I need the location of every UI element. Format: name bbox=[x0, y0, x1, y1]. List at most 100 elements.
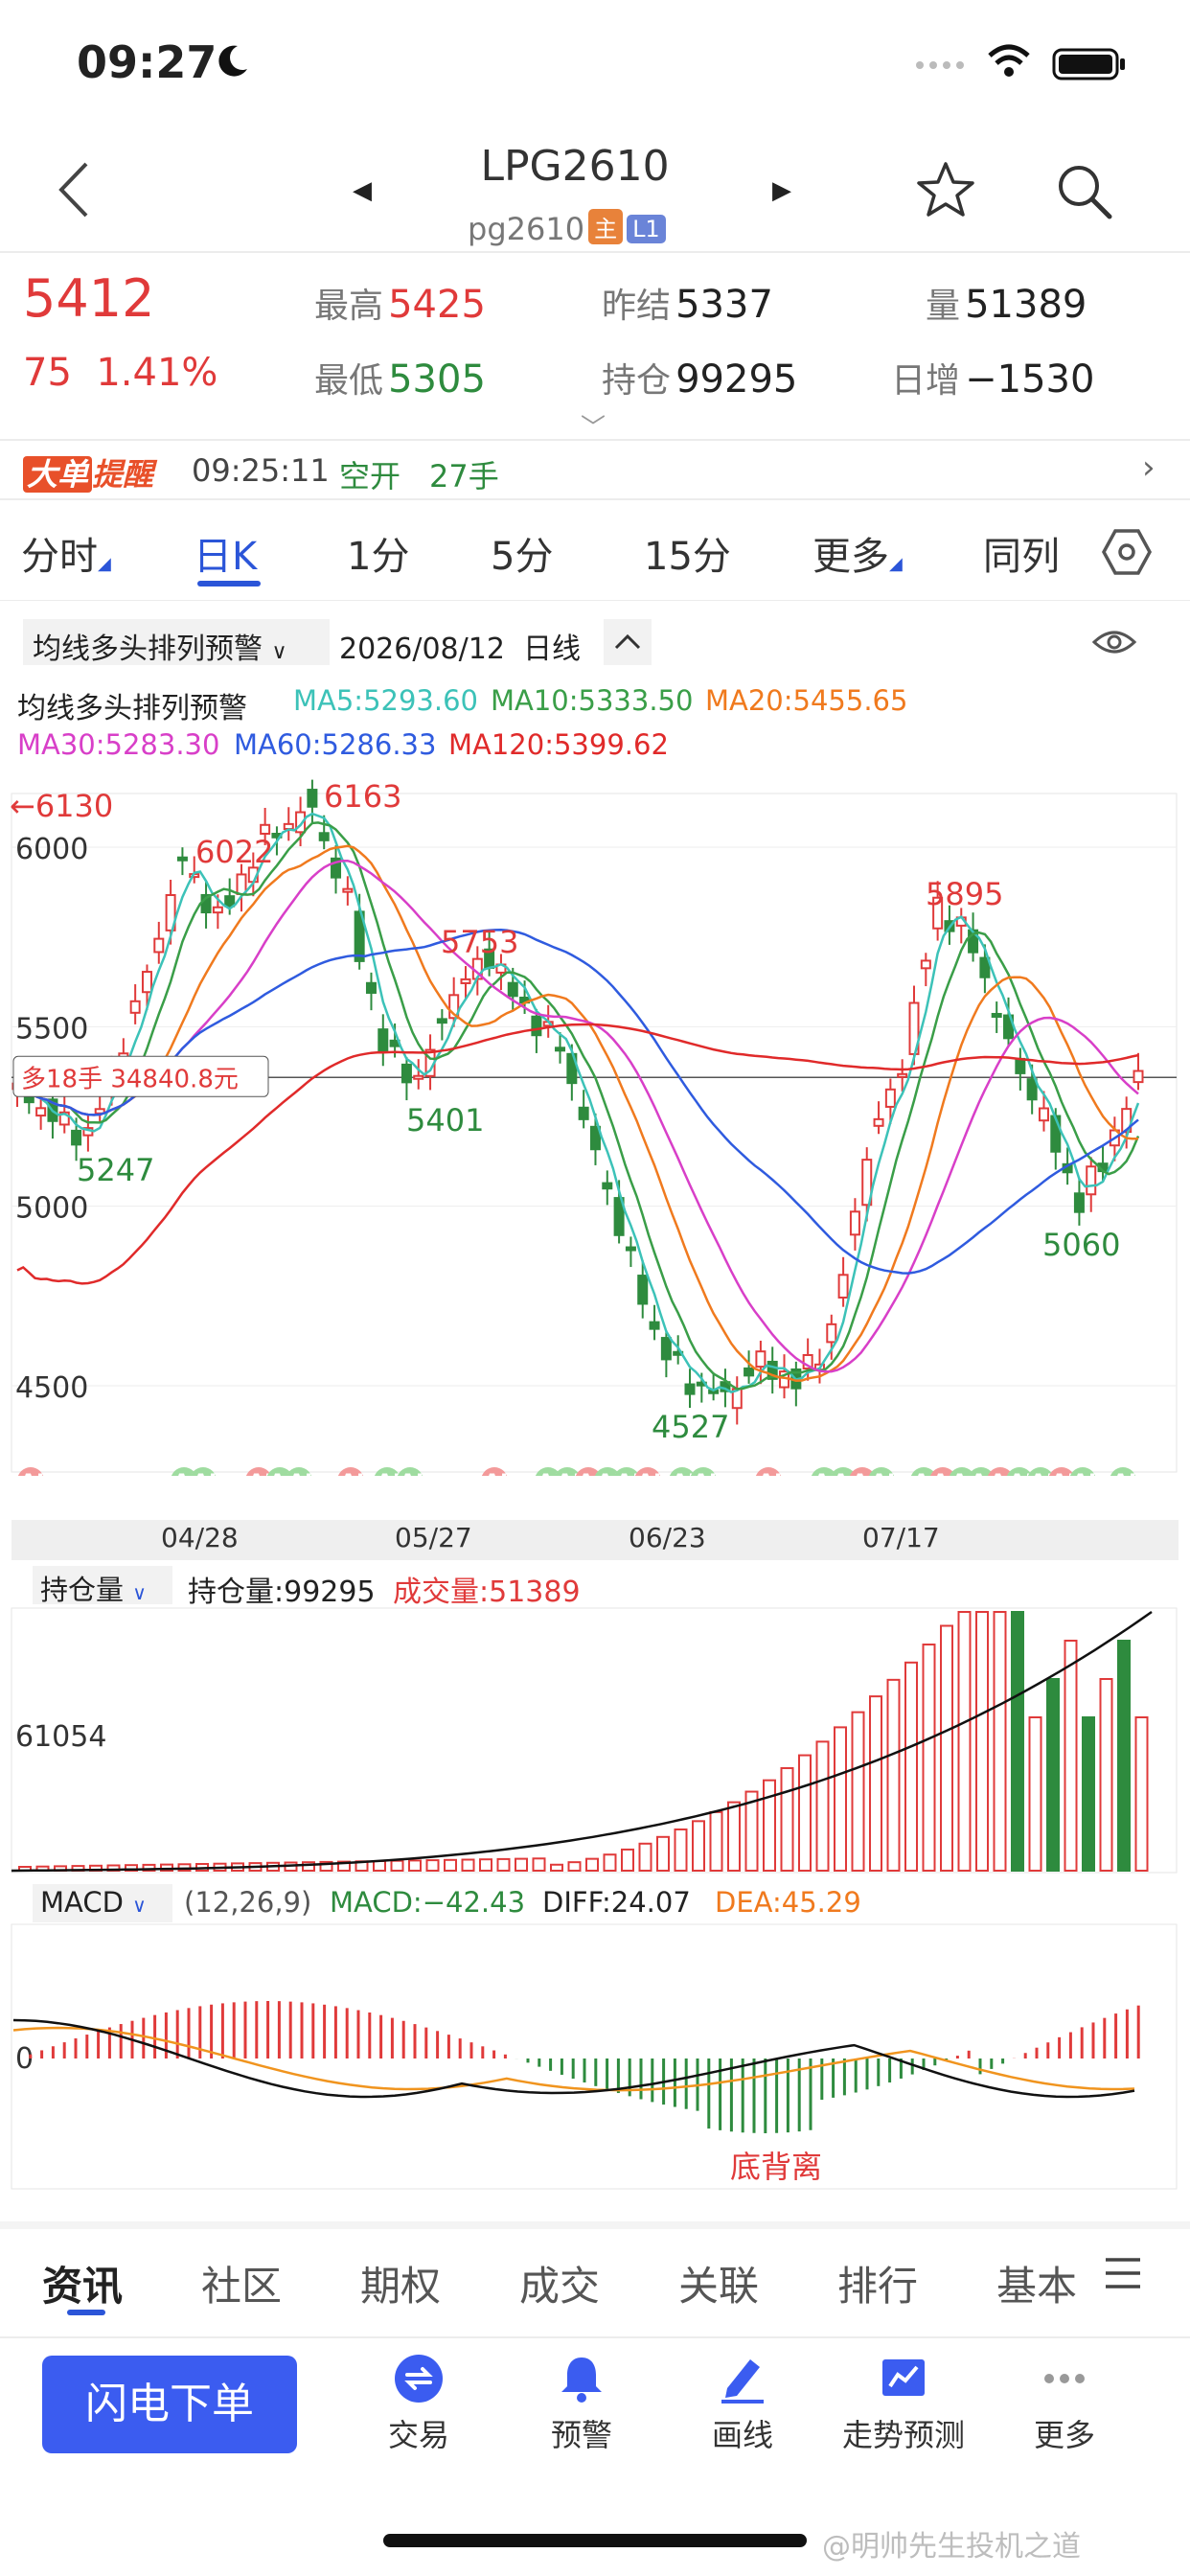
macd-value: MACD:−42.43 bbox=[330, 1886, 526, 1919]
divider bbox=[0, 2221, 1190, 2229]
chevron-down-icon: ∨ bbox=[271, 640, 287, 664]
home-indicator bbox=[383, 2534, 807, 2547]
tab-15min[interactable]: 15分 bbox=[644, 525, 731, 581]
settings-hexagon-icon[interactable] bbox=[1100, 525, 1154, 579]
date-tick: 06/23 bbox=[629, 1522, 706, 1553]
tab-timeshare[interactable]: 分时◢ bbox=[21, 525, 111, 581]
book-chart-icon bbox=[882, 2359, 925, 2396]
ai-marker-text: AI bbox=[1112, 1471, 1136, 1476]
alert-badge-part1: 大单 bbox=[23, 456, 93, 493]
volume-bar bbox=[1046, 1678, 1060, 1872]
prev-settle-stat: 昨结 5337 bbox=[602, 278, 773, 328]
macd-chart[interactable]: 0 底背离 bbox=[0, 1922, 1190, 2193]
candle-body bbox=[307, 789, 318, 808]
bell-icon bbox=[561, 2358, 602, 2403]
volume-panel-selector[interactable]: 持仓量 ∨ bbox=[33, 1566, 172, 1606]
price-annotation: 5401 bbox=[406, 1102, 484, 1138]
alert-chevron-right-icon[interactable]: › bbox=[1142, 448, 1156, 487]
period-value: 日线 bbox=[523, 632, 581, 666]
l1-tag: L1 bbox=[627, 215, 666, 243]
contract-subtitle: pg2610 bbox=[468, 211, 585, 247]
tab-label: 更多 bbox=[812, 535, 889, 579]
candle-body bbox=[837, 1274, 849, 1299]
volume-bar bbox=[373, 1860, 386, 1872]
date-value: 2026/08/12 bbox=[339, 632, 505, 666]
ai-marker-text: AI bbox=[871, 1471, 895, 1476]
tab-day-k[interactable]: 日K bbox=[194, 525, 257, 581]
candle-body bbox=[744, 1367, 755, 1377]
trend-forecast-button[interactable]: 走势预测 bbox=[832, 2352, 975, 2455]
ai-marker-text: AI bbox=[400, 1471, 423, 1476]
flash-order-button[interactable]: 闪电下单 bbox=[42, 2356, 297, 2453]
prev-contract-arrow[interactable]: ◀ bbox=[353, 176, 372, 205]
tab-more[interactable]: 更多◢ bbox=[812, 525, 903, 581]
volume-bar bbox=[585, 1857, 599, 1872]
high-label: 最高 bbox=[314, 287, 384, 326]
ai-marker-text: AI bbox=[758, 1471, 782, 1476]
status-time: 09:27 bbox=[77, 36, 217, 88]
more-button[interactable]: 更多 bbox=[993, 2352, 1136, 2455]
tab-trades[interactable]: 成交 bbox=[519, 2254, 600, 2312]
tab-5min[interactable]: 5分 bbox=[491, 525, 553, 581]
divider bbox=[0, 439, 1190, 441]
ai-marker-text: AI bbox=[1072, 1471, 1096, 1476]
wifi-icon bbox=[988, 44, 1030, 77]
divider bbox=[0, 498, 1190, 500]
volume-bar bbox=[674, 1828, 688, 1872]
price-annotation: ←6130 bbox=[10, 788, 113, 824]
ai-marker-text: AI bbox=[288, 1471, 312, 1476]
macd-params: (12,26,9) bbox=[184, 1886, 312, 1919]
volume-stat: 量 51389 bbox=[926, 278, 1087, 328]
divider bbox=[0, 251, 1190, 253]
tab-ranking[interactable]: 排行 bbox=[837, 2254, 918, 2312]
candle-body bbox=[602, 1182, 613, 1190]
main-contract-tag: 主 bbox=[588, 209, 624, 244]
candle-body bbox=[507, 981, 518, 998]
macd-panel-selector[interactable]: MACD ∨ bbox=[33, 1884, 172, 1922]
tab-1min[interactable]: 1分 bbox=[347, 525, 409, 581]
alert-button[interactable]: 预警 bbox=[510, 2352, 653, 2455]
ma120-label: MA120:5399.62 bbox=[448, 728, 669, 761]
candle-body bbox=[212, 906, 223, 914]
tab-compare[interactable]: 同列 bbox=[983, 525, 1060, 581]
candle-body bbox=[991, 1012, 1002, 1018]
volume-bar bbox=[815, 1740, 830, 1872]
candle-body bbox=[176, 856, 188, 862]
selector-label: MACD bbox=[40, 1886, 124, 1919]
volume-chart[interactable]: 61054 bbox=[0, 1606, 1190, 1874]
next-contract-arrow[interactable]: ▶ bbox=[772, 176, 791, 205]
candle-body bbox=[660, 1337, 672, 1361]
price-tick: 5500 bbox=[15, 1012, 88, 1046]
low-label: 最低 bbox=[314, 361, 384, 401]
candle-body bbox=[460, 978, 471, 984]
tab-label: 分时 bbox=[21, 535, 98, 579]
price-annotation: 6022 bbox=[195, 834, 273, 870]
volume-bar bbox=[390, 1859, 404, 1873]
draw-line-button[interactable]: 画线 bbox=[671, 2352, 814, 2455]
trade-label: 交易 bbox=[387, 2417, 449, 2453]
prev-settle-value: 5337 bbox=[675, 283, 773, 327]
favorite-star-icon[interactable] bbox=[914, 159, 977, 222]
search-icon[interactable] bbox=[1052, 159, 1115, 222]
candle-body bbox=[637, 1275, 649, 1305]
kline-chart[interactable]: 6000 5500 5000 4500 ←6130 6022 6163 5753 5895 52… bbox=[0, 767, 1190, 1476]
tab-related[interactable]: 关联 bbox=[678, 2254, 759, 2312]
eye-icon[interactable] bbox=[1090, 623, 1138, 661]
tab-community[interactable]: 社区 bbox=[201, 2254, 282, 2312]
tab-fundamentals[interactable]: 基本 bbox=[996, 2254, 1079, 2312]
pen-icon bbox=[721, 2359, 764, 2404]
tab-options[interactable]: 期权 bbox=[360, 2254, 441, 2312]
trade-button[interactable]: 交易 bbox=[347, 2352, 491, 2455]
back-button[interactable] bbox=[50, 158, 98, 221]
ma-line bbox=[16, 844, 1139, 1383]
tab-news[interactable]: 资讯 bbox=[42, 2254, 123, 2312]
indicator-name: 均线多头排列预警 bbox=[33, 632, 263, 666]
collapse-chevron-up-icon[interactable] bbox=[604, 619, 652, 665]
date-tick: 07/17 bbox=[862, 1522, 940, 1553]
menu-icon[interactable] bbox=[1102, 2252, 1144, 2294]
trade-icon bbox=[395, 2355, 443, 2403]
volume-bar bbox=[550, 1863, 563, 1872]
alert-qty: 27手 bbox=[429, 458, 499, 494]
indicator-selector[interactable]: 均线多头排列预警 ∨ bbox=[23, 619, 330, 666]
indicator-date: 2026/08/12 日线 bbox=[339, 625, 581, 667]
